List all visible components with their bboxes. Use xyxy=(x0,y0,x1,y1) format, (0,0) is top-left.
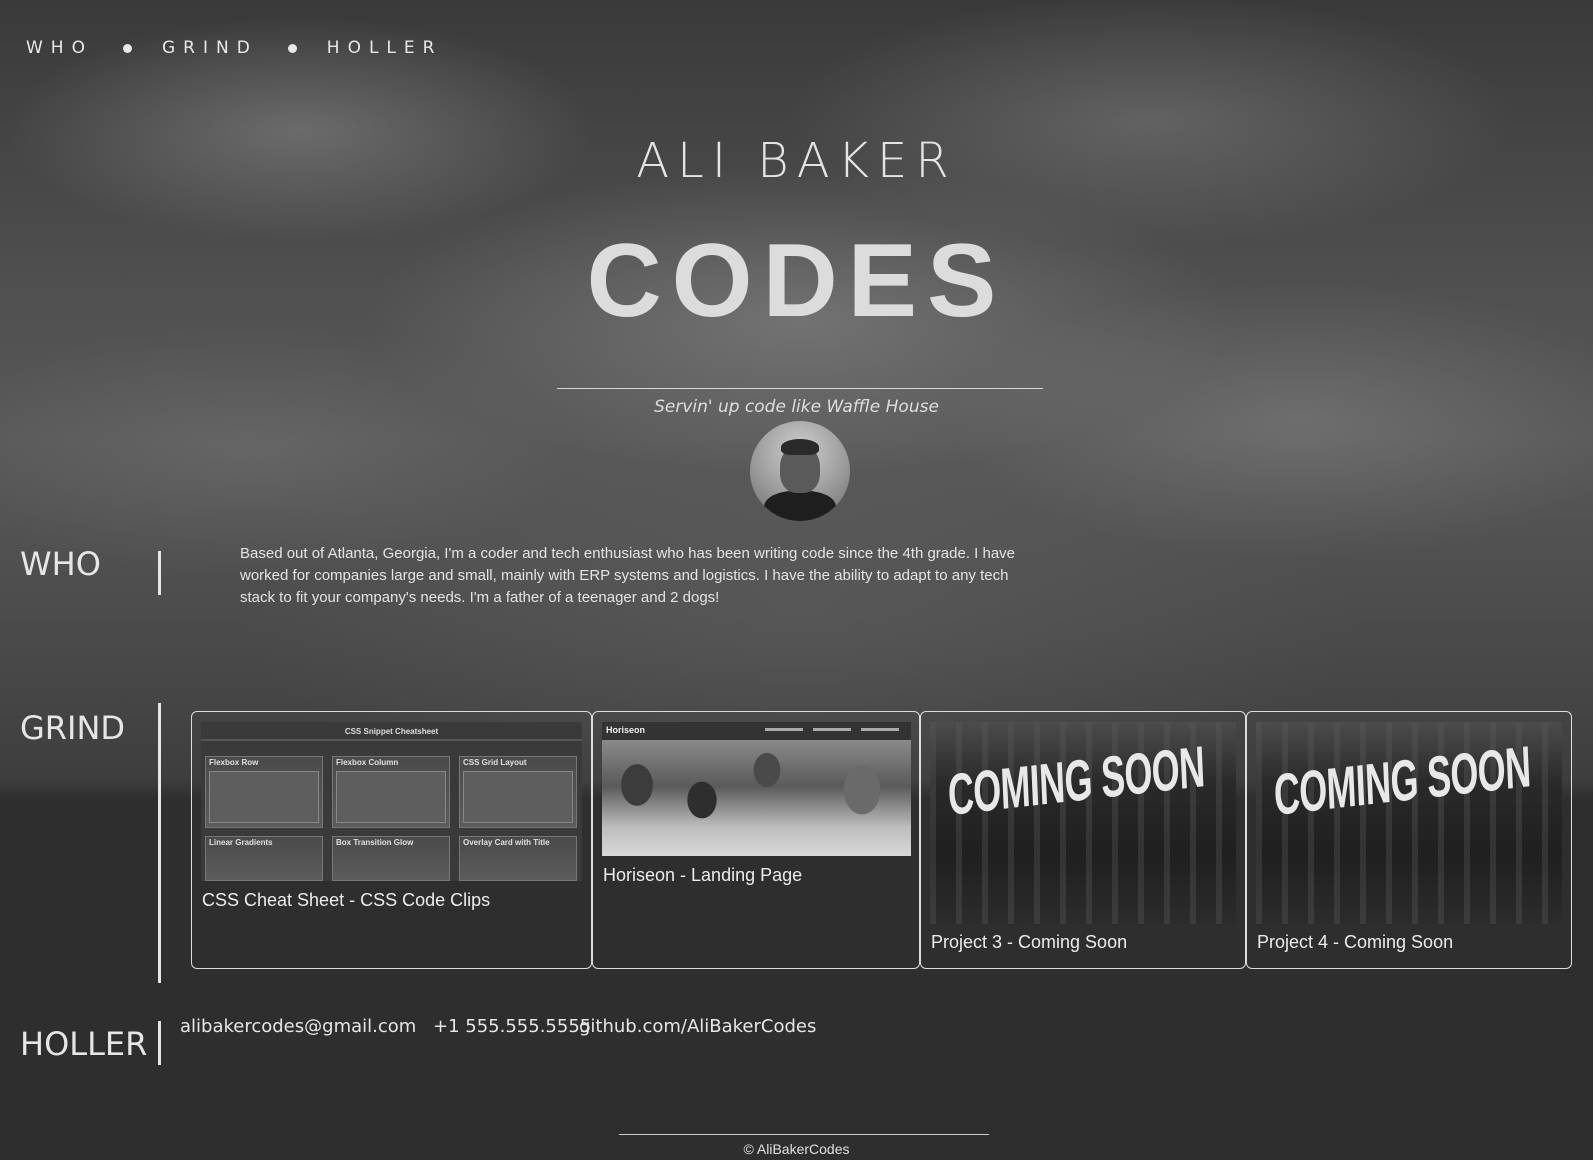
github-link[interactable]: github.com/AliBakerCodes xyxy=(579,1016,816,1037)
avatar-body-shape xyxy=(764,491,836,521)
thumb-box-title: Linear Gradients xyxy=(209,838,273,847)
thumb-box: Flexbox Column xyxy=(332,756,450,828)
section-heading-holler: HOLLER xyxy=(20,1025,148,1063)
avatar-hair-shape xyxy=(781,439,819,455)
project-caption[interactable]: Project 3 - Coming Soon xyxy=(931,932,1127,953)
thumb-box: Box Transition Glow xyxy=(332,836,450,881)
hero-divider xyxy=(557,388,1043,389)
section-heading-grind: GRIND xyxy=(20,709,126,747)
thumb-coming-soon-text: COMING SOON xyxy=(946,734,1206,828)
project-thumbnail: Horiseon xyxy=(602,722,911,856)
thumb-title: CSS Snippet Cheatsheet xyxy=(344,727,439,736)
top-nav: WHO GRIND HOLLER xyxy=(26,38,442,58)
project-caption[interactable]: CSS Cheat Sheet - CSS Code Clips xyxy=(202,890,490,911)
thumb-photo xyxy=(602,740,911,856)
project-caption[interactable]: Project 4 - Coming Soon xyxy=(1257,932,1453,953)
thumb-box: Overlay Card with Title xyxy=(459,836,577,881)
thumb-box-title: Box Transition Glow xyxy=(336,838,414,847)
thumb-box-code xyxy=(336,771,446,823)
thumb-box-title: Flexbox Row xyxy=(209,758,259,767)
nav-separator-dot xyxy=(122,43,132,53)
nav-separator-dot xyxy=(287,43,297,53)
email-link[interactable]: alibakercodes@gmail.com xyxy=(180,1016,416,1037)
project-thumbnail: COMING SOON xyxy=(1256,722,1562,924)
nav-link-who[interactable]: WHO xyxy=(26,38,93,58)
project-card-horiseon[interactable]: Horiseon Horiseon - Landing Page xyxy=(592,711,920,969)
phone-link[interactable]: +1 555.555.5555 xyxy=(433,1016,591,1037)
thumb-rule xyxy=(201,739,582,741)
footer-copyright: © AliBakerCodes xyxy=(743,1141,850,1157)
hero-tagline: Servin' up code like Waffle House xyxy=(654,397,939,417)
who-bio: Based out of Atlanta, Georgia, I'm a cod… xyxy=(240,545,1016,606)
thumb-box-code xyxy=(463,771,573,823)
thumb-logo: Horiseon xyxy=(606,725,646,735)
project-card-project-4[interactable]: COMING SOON Project 4 - Coming Soon xyxy=(1246,711,1572,969)
section-divider-grind xyxy=(158,703,161,983)
hero-subtitle: ALI BAKER xyxy=(636,133,957,189)
thumb-box: CSS Grid Layout xyxy=(459,756,577,828)
thumb-box-title: Overlay Card with Title xyxy=(463,838,550,847)
project-card-project-3[interactable]: COMING SOON Project 3 - Coming Soon xyxy=(920,711,1246,969)
thumb-header xyxy=(602,722,911,740)
avatar xyxy=(750,421,850,521)
section-heading-who: WHO xyxy=(20,545,101,583)
hero-title: CODES xyxy=(586,223,1007,339)
thumb-box-title: CSS Grid Layout xyxy=(463,758,527,767)
thumb-nav xyxy=(765,728,905,731)
project-caption[interactable]: Horiseon - Landing Page xyxy=(603,865,802,886)
footer-divider xyxy=(619,1134,989,1135)
thumb-box: Linear Gradients xyxy=(205,836,323,881)
nav-link-holler[interactable]: HOLLER xyxy=(327,38,443,58)
project-card-css-cheat-sheet[interactable]: CSS Snippet Cheatsheet Flexbox Row Flexb… xyxy=(191,711,592,969)
thumb-box-code xyxy=(209,771,319,823)
thumb-box: Flexbox Row xyxy=(205,756,323,828)
project-thumbnail: CSS Snippet Cheatsheet Flexbox Row Flexb… xyxy=(201,722,582,881)
project-thumbnail: COMING SOON xyxy=(930,722,1236,924)
nav-link-grind[interactable]: GRIND xyxy=(162,38,258,58)
thumb-box-title: Flexbox Column xyxy=(336,758,399,767)
section-divider-holler xyxy=(158,1021,161,1065)
thumb-coming-soon-text: COMING SOON xyxy=(1272,734,1532,828)
section-divider-who xyxy=(158,551,161,595)
